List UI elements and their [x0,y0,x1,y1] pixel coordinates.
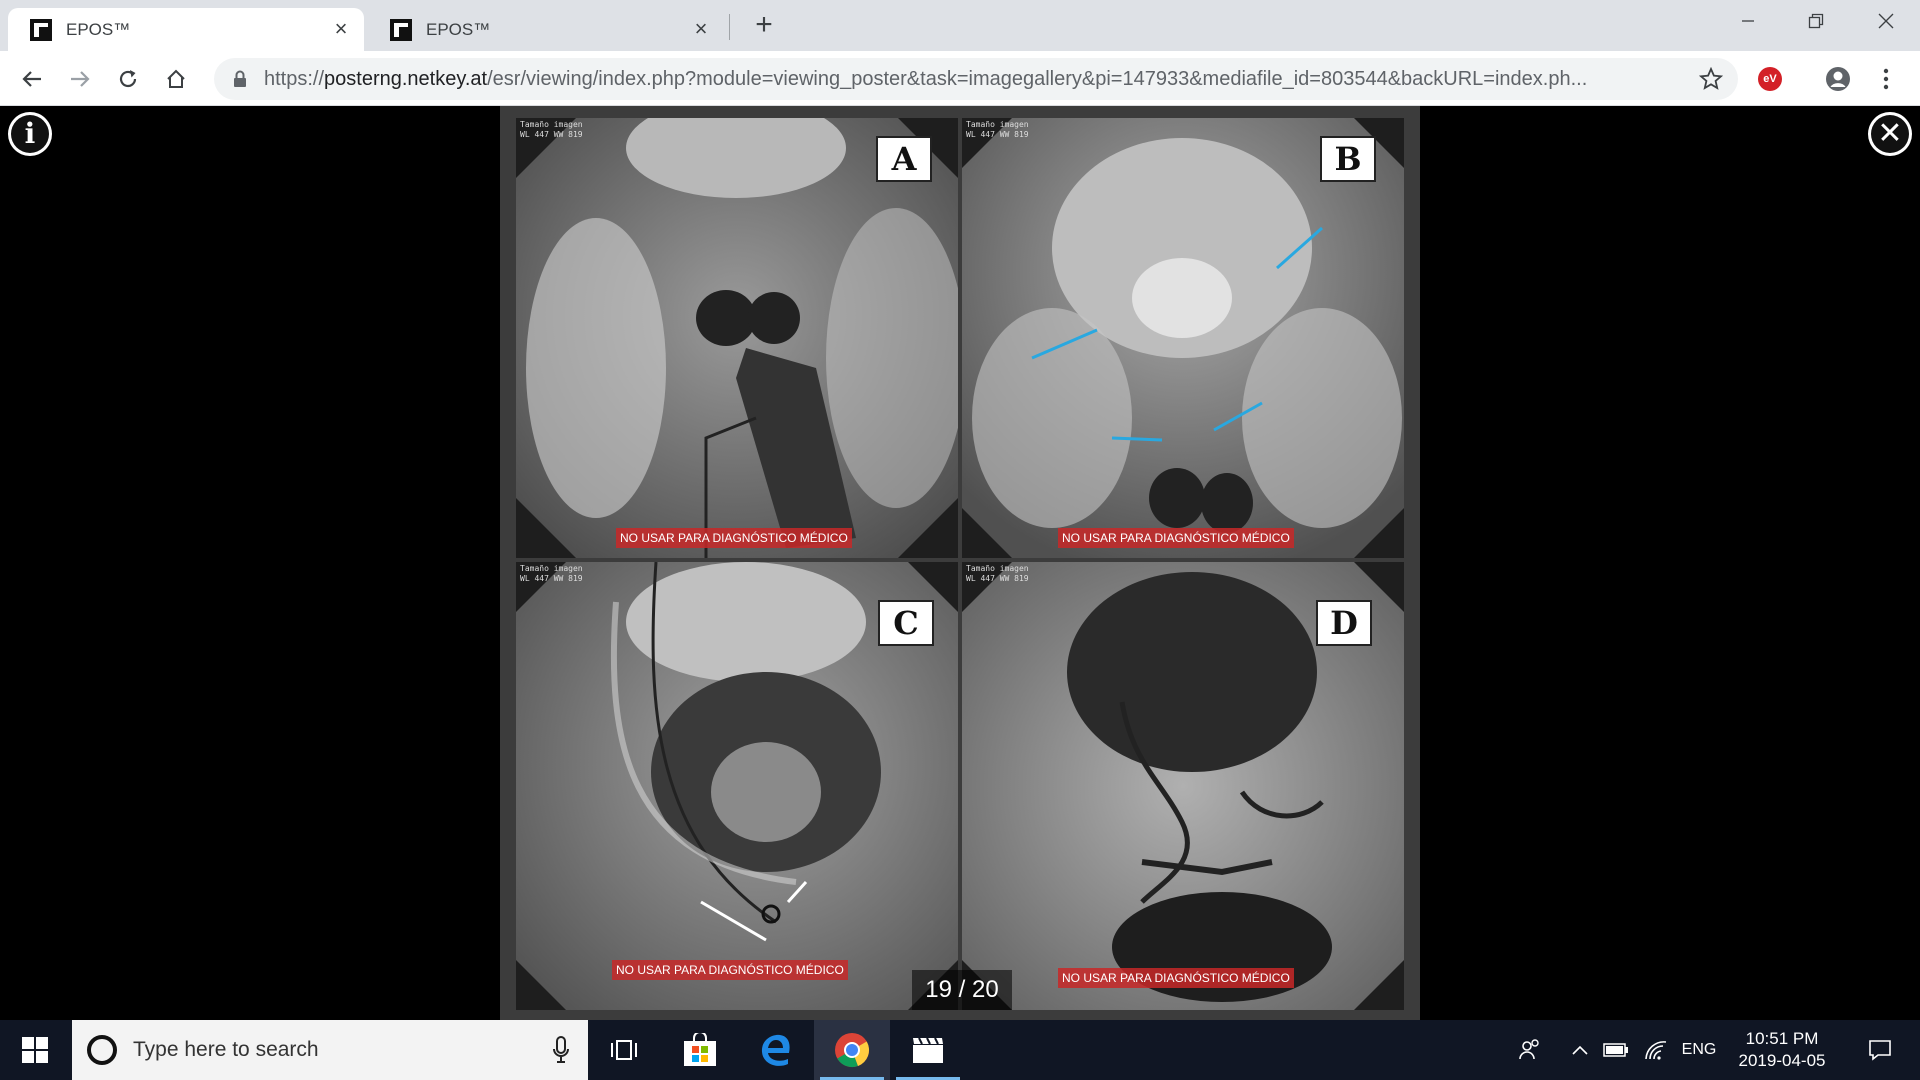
tab-title: EPOS™ [66,19,131,39]
battery-icon [1603,1043,1628,1057]
start-button[interactable] [0,1020,70,1080]
edge-icon [761,1034,790,1066]
taskbar-search-box[interactable]: Type here to search [72,1020,588,1080]
home-icon [167,69,185,88]
windows-taskbar: Type here to search ENG 10:51 PM 2019-04… [0,1020,1920,1080]
warning-label: NO USAR PARA DIAGNÓSTICO MÉDICO [1058,528,1294,548]
search-placeholder: Type here to search [133,1038,319,1061]
warning-label: NO USAR PARA DIAGNÓSTICO MÉDICO [612,960,848,980]
edge-button[interactable] [738,1020,814,1080]
image-gallery-viewer: i ✕ A Tamaño imagen WL 447 WW 819 NO USA… [0,106,1920,1020]
tab-strip: EPOS™ × EPOS™ × + [0,0,1920,51]
wifi-button[interactable] [1638,1020,1674,1080]
clock-date: 2019-04-05 [1738,1051,1826,1070]
chrome-icon [835,1033,870,1068]
poster-image: A Tamaño imagen WL 447 WW 819 NO USAR PA… [500,106,1420,1020]
back-button[interactable] [14,61,50,97]
chrome-menu-button[interactable] [1868,61,1904,97]
clapperboard-icon [913,1037,943,1063]
microphone-icon[interactable] [552,1036,570,1069]
close-window-icon [1878,13,1894,29]
chevron-up-icon [1572,1045,1588,1055]
tab-epos-1[interactable]: EPOS™ × [8,8,364,51]
cortana-icon [87,1035,117,1065]
panel-letter: B [1320,136,1376,182]
clock-time: 10:51 PM [1745,1029,1819,1048]
url-scheme: https:// [264,67,325,90]
close-tab-icon[interactable]: × [330,18,352,40]
microsoft-store-button[interactable] [662,1020,738,1080]
video-editor-button[interactable] [890,1020,966,1080]
info-button[interactable]: i [8,112,52,156]
minimize-icon [1742,20,1754,22]
reload-button[interactable] [110,61,146,97]
show-hidden-icons-button[interactable] [1564,1020,1596,1080]
url-host: posterng.netkey.at [324,67,488,90]
extension-badge-icon: eV [1758,67,1782,91]
panel-letter: A [876,136,932,182]
notification-icon [1869,1040,1891,1061]
language-indicator[interactable]: ENG [1676,1020,1722,1080]
forward-arrow-icon [71,71,90,87]
people-button[interactable] [1510,1020,1550,1080]
windows-logo-icon [22,1037,48,1063]
new-tab-button[interactable]: + [748,10,780,42]
wifi-icon [1645,1041,1667,1060]
panel-b: B Tamaño imagen WL 447 WW 819 NO USAR PA… [962,118,1404,558]
kebab-menu-icon [1883,68,1889,90]
tab-title: EPOS™ [426,19,491,39]
people-icon [1519,1039,1539,1060]
restore-icon [1808,13,1824,29]
action-center-button[interactable] [1850,1020,1910,1080]
url-path: /esr/viewing/index.php?module=viewing_po… [487,67,1588,90]
close-window-button[interactable] [1852,0,1920,42]
close-viewer-button[interactable]: ✕ [1868,112,1912,156]
task-view-button[interactable] [586,1020,662,1080]
task-view-icon [611,1040,637,1060]
reload-icon [119,70,137,88]
back-arrow-icon [22,71,41,87]
tab-epos-2[interactable]: EPOS™ × [368,8,724,51]
panel-a: A Tamaño imagen WL 447 WW 819 NO USAR PA… [516,118,958,558]
tab-separator [729,14,730,40]
dicom-overlay: Tamaño imagen WL 447 WW 819 [520,564,583,583]
panel-letter: D [1316,600,1372,646]
xray-panel-a [516,118,958,558]
browser-toolbar: https://posterng.netkey.at/esr/viewing/i… [0,51,1920,106]
dicom-overlay: Tamaño imagen WL 447 WW 819 [520,120,583,139]
dicom-overlay: Tamaño imagen WL 447 WW 819 [966,120,1029,139]
forward-button[interactable] [62,61,98,97]
lock-icon[interactable] [230,70,250,88]
warning-label: NO USAR PARA DIAGNÓSTICO MÉDICO [616,528,852,548]
xray-panel-b [962,118,1404,558]
url-text[interactable]: https://posterng.netkey.at/esr/viewing/i… [264,68,1684,91]
battery-button[interactable] [1598,1020,1634,1080]
panel-letter: C [878,600,934,646]
epos-favicon-icon [390,18,412,41]
home-button[interactable] [158,61,194,97]
panel-d: D Tamaño imagen WL 447 WW 819 NO USAR PA… [962,562,1404,1010]
close-tab-icon[interactable]: × [690,18,712,40]
profile-avatar-icon [1826,67,1850,91]
close-icon: ✕ [1871,115,1909,153]
dicom-overlay: Tamaño imagen WL 447 WW 819 [966,564,1029,583]
bookmark-star-icon[interactable] [1698,66,1724,92]
extension-button[interactable]: eV [1752,61,1788,97]
info-icon: i [11,115,49,153]
system-clock[interactable]: 10:51 PM 2019-04-05 [1724,1028,1840,1072]
minimize-button[interactable] [1714,0,1782,42]
panel-c: C Tamaño imagen WL 447 WW 819 NO USAR PA… [516,562,958,1010]
epos-favicon-icon [30,18,52,41]
profile-button[interactable] [1820,61,1856,97]
restore-button[interactable] [1782,0,1850,42]
address-bar[interactable]: https://posterng.netkey.at/esr/viewing/i… [214,58,1738,100]
chrome-taskbar-button[interactable] [814,1020,890,1080]
store-bag-icon [684,1033,716,1066]
image-counter: 19 / 20 [912,970,1012,1010]
warning-label: NO USAR PARA DIAGNÓSTICO MÉDICO [1058,968,1294,988]
